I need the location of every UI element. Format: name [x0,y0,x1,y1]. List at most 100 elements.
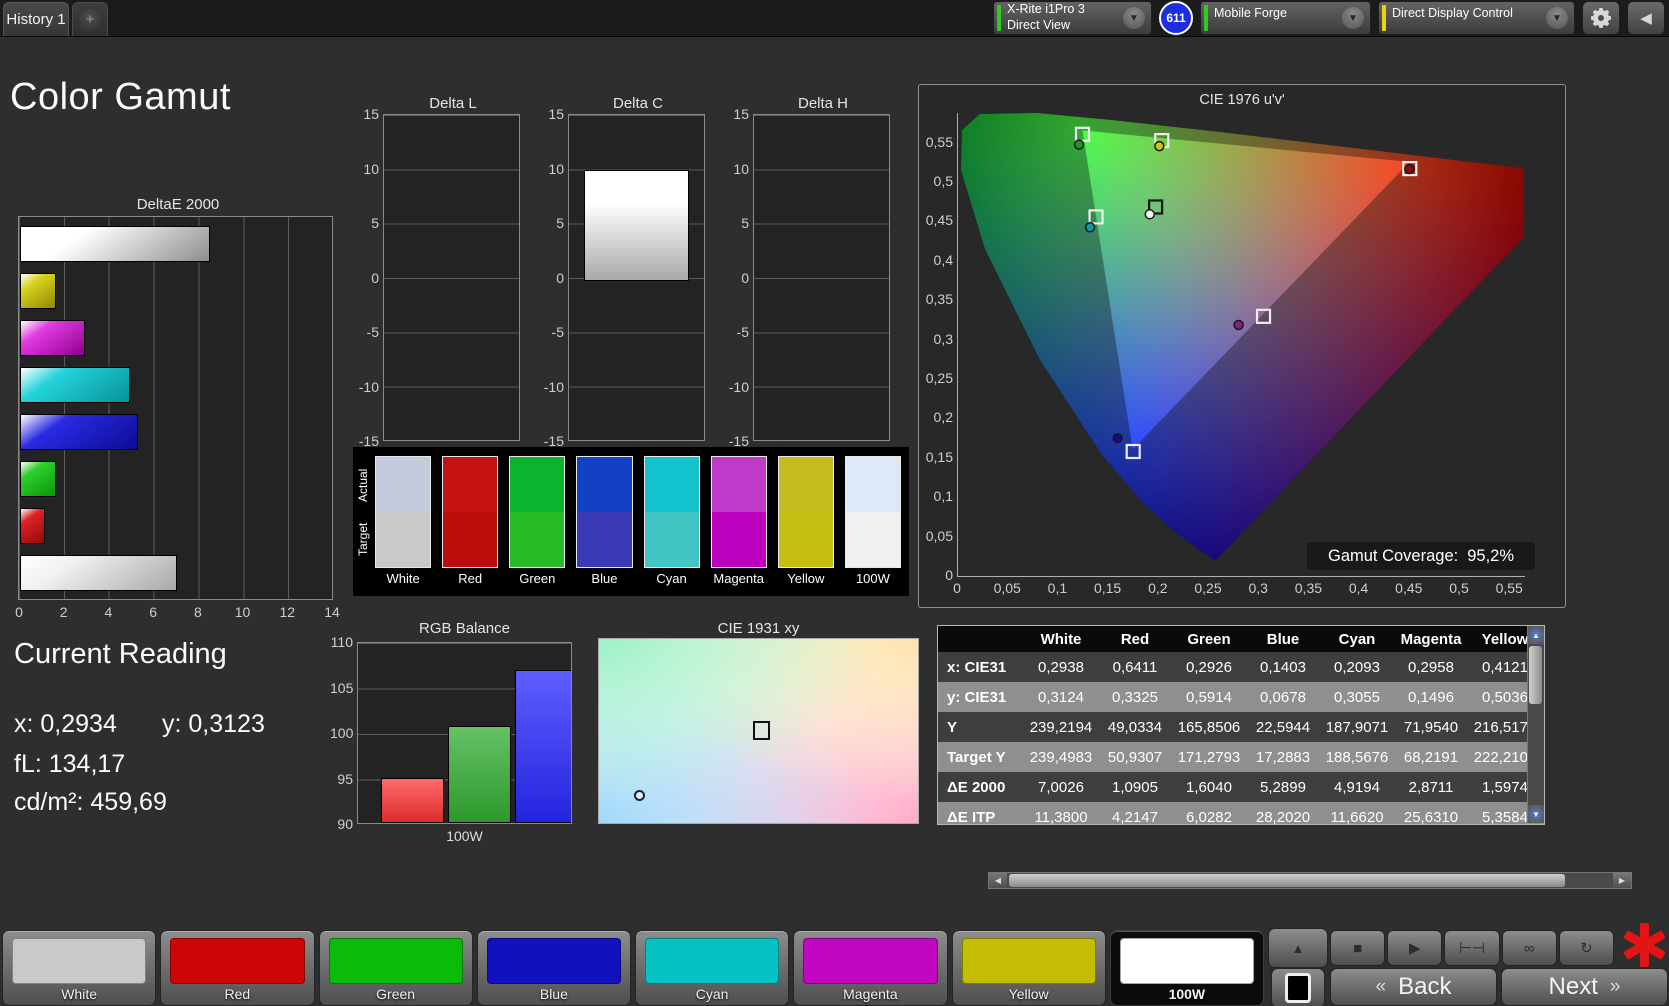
actual-swatch-cyan [645,457,699,512]
stop-icon: ■ [1353,940,1362,957]
pattern-button-green[interactable]: Green [319,930,473,1006]
add-tab-button[interactable]: + [72,2,108,36]
pattern-source-dropdown[interactable]: Mobile Forge ▼ [1200,1,1371,35]
play-button[interactable]: ▶ [1387,930,1442,966]
actual-swatch-green [510,457,564,512]
pattern-button-white[interactable]: White [2,930,156,1006]
reading-x: x: 0,2934 [14,710,117,739]
deltae-plot-area [18,216,333,600]
scroll-right-button[interactable]: ▶ [1613,873,1631,888]
meter-count-badge[interactable]: 611 [1159,1,1193,35]
interval-button[interactable]: ⊢⊣ [1444,930,1499,966]
pattern-button-row: WhiteRedGreenBlue Cyan MagentaYellow100W [2,930,1264,1006]
cie-1976-uv-diagram: CIE 1976 u'v' [918,84,1566,608]
horizontal-scroll-thumb[interactable] [1009,874,1565,887]
measured-marker-red [1405,164,1414,173]
column-header-green: Green [1172,626,1246,652]
axis-tick-label: 0,15 [1086,580,1130,596]
pattern-label: Cyan [636,986,788,1002]
axis-tick-label: 10 [233,604,253,620]
pattern-button-magenta[interactable]: Magenta [793,930,947,1006]
table-row: Target Y239,498350,9307171,279317,288318… [938,742,1544,772]
table-row: ΔE 20007,00261,09051,60405,28994,91942,8… [938,772,1544,802]
cie-1931-field [598,638,919,824]
axis-tick-label: 0,45 [1387,580,1431,596]
target-swatch-magenta [712,512,766,567]
reading-y: y: 0,3123 [162,710,265,739]
delta-l-plot-area [383,114,520,441]
table-cell: 49,0334 [1098,712,1172,742]
pattern-button-blue[interactable]: Blue [477,930,631,1006]
pattern-window-up-button[interactable]: ▲ [1268,928,1328,968]
swatch-column-cyan [644,456,700,568]
loop-button[interactable]: ∞ [1502,930,1557,966]
axis-tick-label: 0,4 [919,252,953,268]
axis-tick-label: -10 [534,379,564,395]
settings-button[interactable] [1582,1,1620,35]
tab-history-1[interactable]: History 1 [3,2,69,36]
actual-swatch-blue [577,457,631,512]
table-vertical-scrollbar[interactable]: ▲ ▼ [1527,626,1544,823]
axis-tick-label: 0,55 [1487,580,1531,596]
scroll-left-button[interactable]: ◀ [989,873,1007,888]
table-row: Y239,219449,0334165,850622,5944187,90717… [938,712,1544,742]
rgb-balance-x-label: 100W [357,828,572,844]
meter-dropdown[interactable]: X-Rite i1Pro 3 Direct View ▼ [993,1,1152,35]
chart-title: CIE 1931 xy [598,620,919,637]
pattern-button-cyan[interactable]: Cyan [635,930,789,1006]
pattern-button-yellow[interactable]: Yellow [952,930,1106,1006]
axis-tick-label: 0 [534,270,564,286]
axis-tick-label: 110 [330,634,353,650]
double-chevron-right-icon: » [1610,976,1621,998]
vertical-scroll-thumb[interactable] [1529,646,1542,704]
table-cell: 0,1403 [1246,652,1320,682]
axis-tick-label: 0,25 [919,370,953,386]
row-label: ΔE ITP [938,802,1024,825]
row-label: x: CIE31 [938,652,1024,682]
actual-swatch-red [443,457,497,512]
deltae-bar-green [20,461,56,497]
plus-icon: + [79,9,101,31]
meter-status-stripe [997,5,1001,31]
collapse-panel-button[interactable]: ◀ [1627,1,1665,35]
scroll-down-button[interactable]: ▼ [1528,805,1544,823]
refresh-icon: ↻ [1580,939,1593,957]
back-button[interactable]: « Back [1330,968,1497,1006]
refresh-button[interactable]: ↻ [1559,930,1614,966]
display-control-dropdown[interactable]: Direct Display Control ▼ [1378,1,1575,35]
axis-tick-label: 5 [719,215,749,231]
column-header-red: Red [1098,626,1172,652]
double-chevron-left-icon: « [1376,976,1387,998]
measured-marker-yellow [1155,142,1164,151]
table-cell: 7,0026 [1024,772,1098,802]
pattern-button-red[interactable]: Red [160,930,314,1006]
axis-tick-label: 0,1 [1035,580,1079,596]
axis-tick-label: 105 [330,680,353,696]
deltae-bar-white [20,555,177,591]
stop-button[interactable]: ■ [1330,930,1385,966]
deltae-bar-blue [20,414,138,450]
deltae-bar-magenta [20,320,85,356]
swatch-label: Magenta [711,571,767,586]
pattern-window-button[interactable] [1271,968,1325,1006]
rgb-bar-blue [515,670,572,823]
pattern-button-100w[interactable]: 100W [1110,930,1264,1006]
table-row: ΔE ITP11,38004,21476,028228,202011,66202… [938,802,1544,825]
row-label-actual: Actual [356,459,372,511]
next-button[interactable]: Next » [1501,968,1668,1006]
table-cell: 0,3055 [1320,682,1394,712]
pattern-swatch [962,938,1096,984]
table-cell: 239,4983 [1024,742,1098,772]
axis-tick-label: -10 [349,379,379,395]
axis-tick-label: 90 [330,816,353,832]
row-label: Target Y [938,742,1024,772]
scroll-up-button[interactable]: ▲ [1528,626,1544,644]
table-cell: 1,0905 [1098,772,1172,802]
current-reading-heading: Current Reading [14,638,314,671]
axis-tick-label: 10 [534,161,564,177]
table-cell: 0,0678 [1246,682,1320,712]
cie-1976-gamut-plot [957,113,1524,576]
axis-tick-label: 100 [330,725,353,741]
axis-tick-label: 0,5 [1437,580,1481,596]
table-horizontal-scrollbar[interactable]: ◀ ▶ [988,872,1632,889]
